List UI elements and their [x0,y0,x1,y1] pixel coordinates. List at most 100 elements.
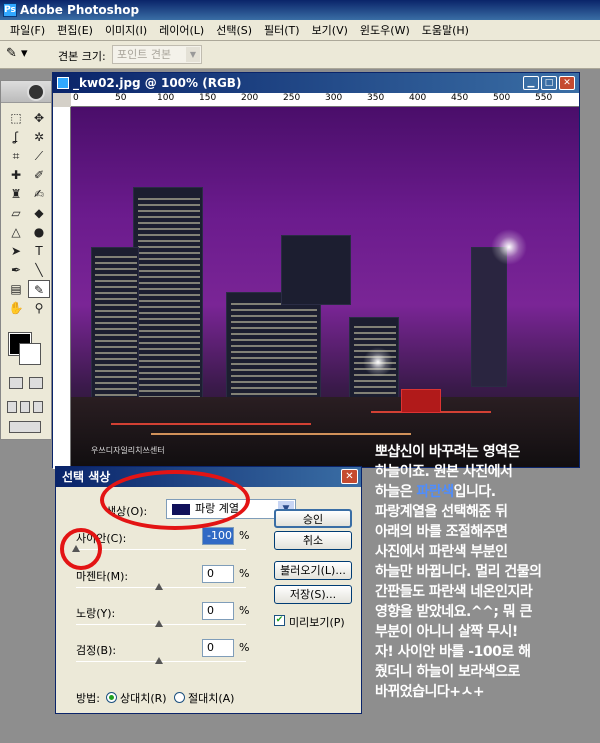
menu-select[interactable]: 선택(S) [210,22,258,38]
car-light-streak-2 [151,433,411,435]
method-label: 방법: [76,692,100,705]
notes-tool-icon[interactable]: ▤ [5,280,27,298]
healing-brush-tool-icon[interactable]: ✚ [5,166,27,184]
line-tool-icon[interactable]: ╲ [28,261,50,279]
sample-size-select[interactable]: 포인트 견본 ▼ [112,45,202,64]
tower-building [133,187,203,407]
absolute-radio[interactable] [174,692,185,703]
menu-bar: 파일(F) 편집(E) 이미지(I) 레이어(L) 선택(S) 필터(T) 보기… [0,20,600,41]
paint-bucket-tool-icon[interactable]: ◆ [28,204,50,222]
screen-mode-standard-icon[interactable] [7,401,17,413]
note-line: 파랑계열을 선택해준 뒤 [375,504,508,520]
close-icon[interactable]: ✕ [341,469,358,484]
photo-watermark: 우쓰디자일리치쓰센터 [91,446,165,455]
standard-mode-icon[interactable] [9,377,23,389]
jump-to-imageready-icon[interactable] [9,421,41,433]
menu-edit[interactable]: 편집(E) [51,22,99,38]
save-button[interactable]: 저장(S)... [274,585,352,604]
menu-view[interactable]: 보기(V) [306,22,354,38]
ruler-label: 450 [451,93,469,103]
type-tool-icon[interactable]: T [28,242,50,260]
ok-button[interactable]: 승인 [274,509,352,528]
app-title-bar: Ps Adobe Photoshop [0,0,600,20]
note-line: 부분이 아니니 살짝 무시! [375,624,518,640]
yellow-slider[interactable] [76,620,246,627]
black-label: 검정(B): [76,644,117,657]
yellow-slider-thumb[interactable] [155,620,163,627]
magenta-slider[interactable] [76,583,246,590]
tool-grid: ⬚ ✥ ʆ ✲ ⌗ ⟋ ✚ ✐ ♜ ✍ ▱ ◆ △ ● ➤ T ✒ ╲ ▤ ✎ ✋ ⚲ [5,109,50,317]
menu-file[interactable]: 파일(F) [4,22,51,38]
toolbox-panel: ⬚ ✥ ʆ ✲ ⌗ ⟋ ✚ ✐ ♜ ✍ ▱ ◆ △ ● ➤ T ✒ ╲ ▤ ✎ ✋ ⚲ [0,80,52,440]
eyedropper-tool-preset-icon[interactable]: ✎ ▾ [6,46,36,64]
yellow-label: 노랑(Y): [76,607,116,620]
screen-mode-menu-icon[interactable] [20,401,30,413]
annotation-note: 뽀샵신이 바꾸려는 영역은 하늘이죠. 원본 사진에서 하늘은 파란색입니다. … [375,442,597,702]
magenta-label: 마젠타(M): [76,570,129,583]
slice-tool-icon[interactable]: ⟋ [28,147,50,165]
sample-size-label: 견본 크기: [58,50,106,63]
annotation-circle-cyan-thumb [60,528,102,570]
yellow-input[interactable]: 0 [202,602,234,620]
move-tool-icon[interactable]: ✥ [28,109,50,127]
ruler-label: 100 [157,93,175,103]
ruler-label: 300 [325,93,343,103]
menu-filter[interactable]: 필터(T) [258,22,306,38]
eyedropper-tool-icon[interactable]: ✎ [28,280,50,298]
pen-tool-icon[interactable]: ✒ [5,261,27,279]
black-slider-thumb[interactable] [155,657,163,664]
magenta-input[interactable]: 0 [202,565,234,583]
quick-mask-mode-icon[interactable] [29,377,43,389]
clone-stamp-tool-icon[interactable]: ♜ [5,185,27,203]
ruler-label: 0 [73,93,79,103]
blur-tool-icon[interactable]: △ [5,223,27,241]
menu-window[interactable]: 윈도우(W) [354,22,416,38]
close-icon[interactable]: ✕ [559,76,575,90]
note-line: 뽀샵신이 바꾸려는 영역은 [375,444,520,460]
menu-image[interactable]: 이미지(I) [99,22,153,38]
menu-layer[interactable]: 레이어(L) [153,22,210,38]
marquee-tool-icon[interactable]: ⬚ [5,109,27,127]
left-building [91,247,139,417]
path-selection-tool-icon[interactable]: ➤ [5,242,27,260]
note-line: 바뀌었습니다+ㅅ+ [375,684,485,700]
zoom-tool-icon[interactable]: ⚲ [28,299,50,317]
toolbox-header[interactable] [1,81,51,103]
dodge-tool-icon[interactable]: ● [28,223,50,241]
relative-radio[interactable] [106,692,117,703]
crop-tool-icon[interactable]: ⌗ [5,147,27,165]
note-line: 영향을 받았네요.^^; 뭐 큰 [375,604,532,620]
relative-label: 상대치(R) [120,692,167,705]
magenta-slider-thumb[interactable] [155,583,163,590]
document-window: _kw02.jpg @ 100% (RGB) ▁ □ ✕ 0 50 100 150 20… [52,72,580,469]
adobe-eye-icon [27,83,45,101]
sample-size-value: 포인트 견본 [117,48,172,61]
cyan-percent: % [239,529,250,542]
menu-help[interactable]: 도움말(H) [416,22,475,38]
document-title: _kw02.jpg @ 100% (RGB) [73,76,242,90]
hand-tool-icon[interactable]: ✋ [5,299,27,317]
black-slider[interactable] [76,657,246,664]
eraser-tool-icon[interactable]: ▱ [5,204,27,222]
street-light-glow-2 [491,229,527,265]
magic-wand-tool-icon[interactable]: ✲ [28,128,50,146]
brush-tool-icon[interactable]: ✐ [28,166,50,184]
screen-mode-full-icon[interactable] [33,401,43,413]
note-line: 하늘이죠. 원본 사진에서 [375,464,513,480]
history-brush-tool-icon[interactable]: ✍ [28,185,50,203]
tower-windows [138,194,200,404]
preview-checkbox[interactable]: ✔ [274,615,285,626]
photo-canvas[interactable]: 우쓰디자일리치쓰센터 [71,107,579,467]
black-input[interactable]: 0 [202,639,234,657]
cyan-input[interactable]: -100 [202,527,234,545]
minimize-icon[interactable]: ▁ [523,76,539,90]
document-title-bar[interactable]: _kw02.jpg @ 100% (RGB) ▁ □ ✕ [53,73,579,93]
ruler-label: 400 [409,93,427,103]
background-color-swatch[interactable] [19,343,41,365]
maximize-icon[interactable]: □ [541,76,557,90]
photoshop-app-icon: Ps [3,3,17,17]
load-button[interactable]: 불러오기(L)... [274,561,352,580]
cancel-button[interactable]: 취소 [274,531,352,550]
lasso-tool-icon[interactable]: ʆ [5,128,27,146]
dialog-title: 선택 색상 [62,470,111,484]
